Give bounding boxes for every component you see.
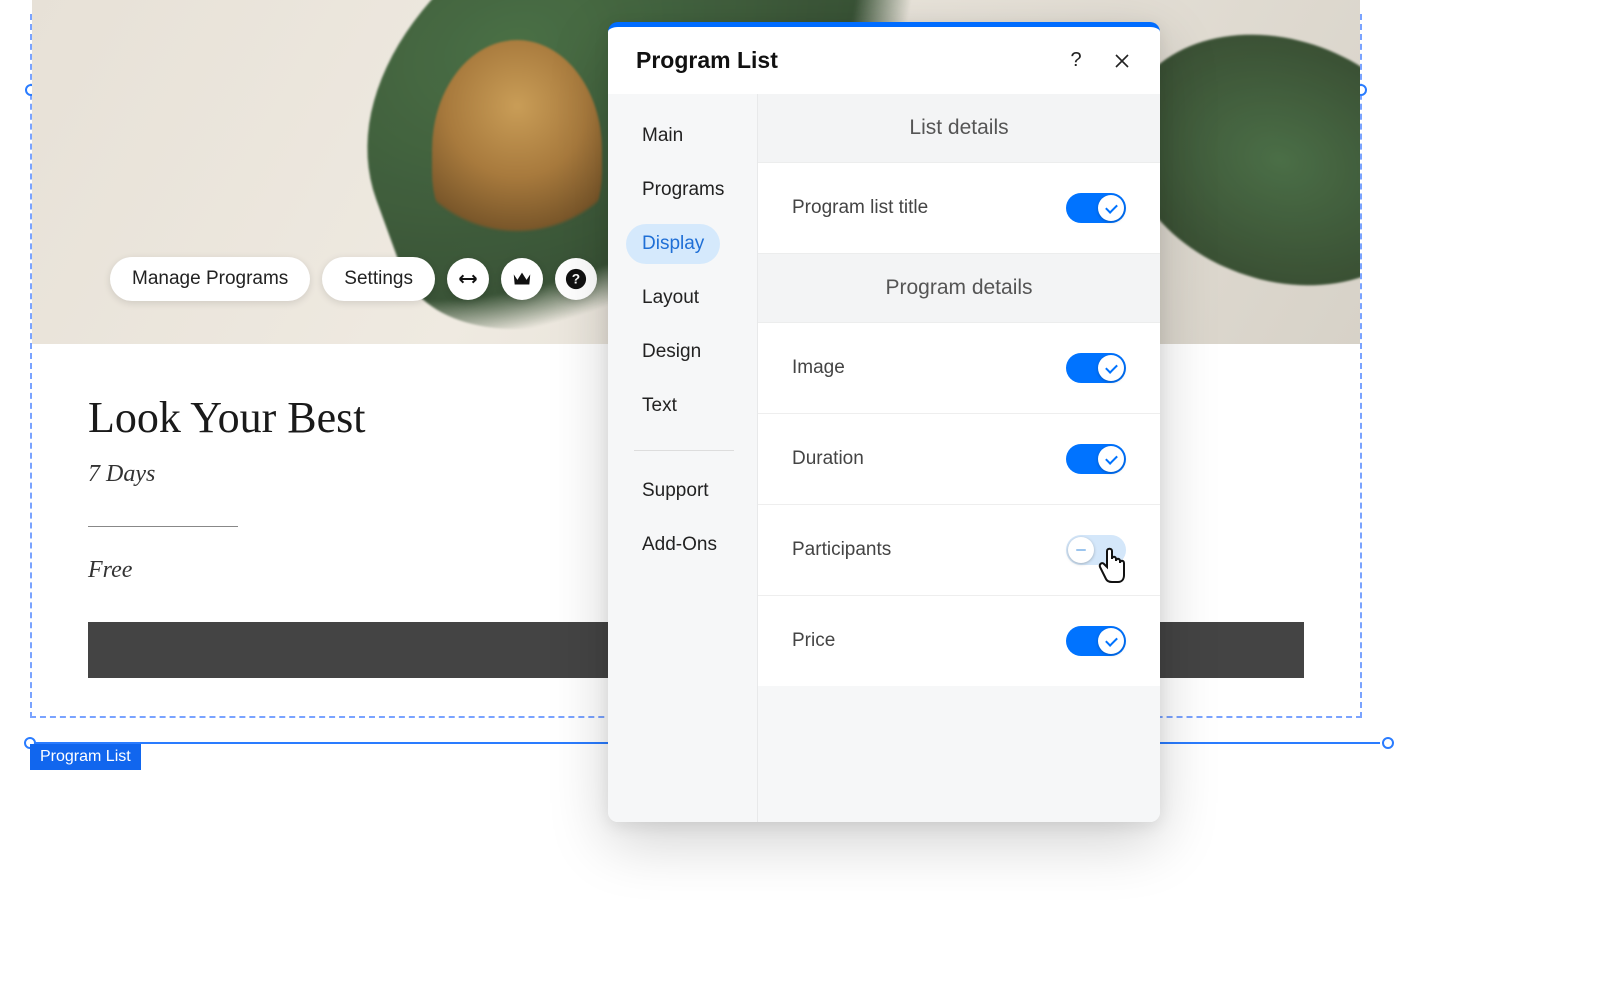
- sidebar-item-layout[interactable]: Layout: [626, 278, 715, 318]
- setting-label: Image: [792, 357, 845, 379]
- settings-button[interactable]: Settings: [322, 257, 435, 301]
- program-list-settings-modal: Program List ? Main Programs Display Lay…: [608, 22, 1160, 822]
- sidebar-item-design[interactable]: Design: [626, 332, 717, 372]
- toggle-price[interactable]: [1066, 626, 1126, 656]
- resize-handle[interactable]: [1382, 737, 1394, 749]
- modal-sidebar: Main Programs Display Layout Design Text…: [608, 94, 758, 822]
- toggle-program-list-title[interactable]: [1066, 193, 1126, 223]
- setting-duration: Duration: [758, 413, 1160, 504]
- toggle-participants[interactable]: [1066, 535, 1126, 565]
- svg-text:?: ?: [572, 272, 580, 287]
- section-header-list-details: List details: [758, 94, 1160, 163]
- widget-toolbar: Manage Programs Settings ?: [110, 257, 597, 301]
- close-icon[interactable]: [1110, 49, 1134, 73]
- help-icon[interactable]: ?: [1064, 49, 1088, 73]
- sidebar-item-main[interactable]: Main: [626, 116, 699, 156]
- sidebar-item-addons[interactable]: Add-Ons: [626, 525, 733, 565]
- setting-label: Duration: [792, 448, 864, 470]
- section-header-program-details: Program details: [758, 253, 1160, 323]
- divider: [88, 526, 238, 527]
- selection-label: Program List: [30, 744, 141, 770]
- sidebar-item-support[interactable]: Support: [626, 471, 725, 511]
- setting-image: Image: [758, 323, 1160, 413]
- toggle-image[interactable]: [1066, 353, 1126, 383]
- setting-label: Program list title: [792, 197, 928, 219]
- setting-program-list-title: Program list title: [758, 163, 1160, 253]
- setting-participants: Participants: [758, 504, 1160, 595]
- crown-icon[interactable]: [501, 258, 543, 300]
- sidebar-item-programs[interactable]: Programs: [626, 170, 740, 210]
- decorative-brush: [432, 40, 602, 260]
- sidebar-separator: [634, 450, 734, 451]
- stretch-icon[interactable]: [447, 258, 489, 300]
- setting-price: Price: [758, 595, 1160, 686]
- modal-title: Program List: [636, 47, 778, 74]
- setting-label: Price: [792, 630, 835, 652]
- editor-canvas: Manage Programs Settings ?: [0, 0, 1624, 1006]
- modal-content: List details Program list title Program …: [758, 94, 1160, 822]
- manage-programs-button[interactable]: Manage Programs: [110, 257, 310, 301]
- sidebar-item-text[interactable]: Text: [626, 386, 693, 426]
- sidebar-item-display[interactable]: Display: [626, 224, 720, 264]
- modal-header: Program List ?: [608, 27, 1160, 94]
- setting-label: Participants: [792, 539, 891, 561]
- help-icon[interactable]: ?: [555, 258, 597, 300]
- toggle-duration[interactable]: [1066, 444, 1126, 474]
